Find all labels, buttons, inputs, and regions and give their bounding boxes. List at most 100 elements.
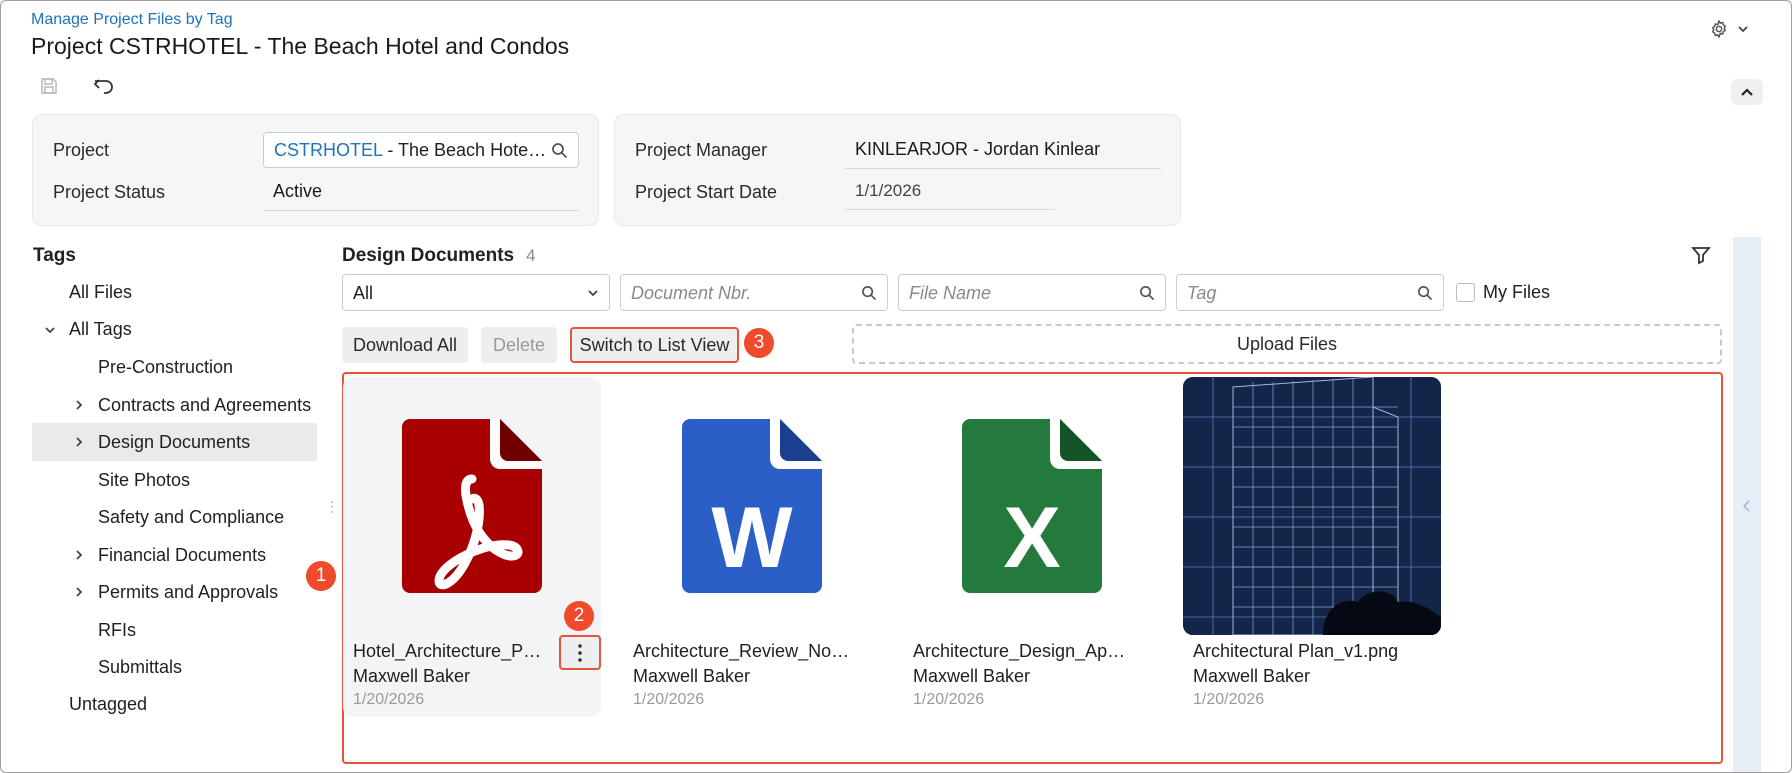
svg-text:X: X	[1003, 490, 1060, 586]
chevron-up-icon	[1741, 88, 1753, 96]
collapse-summary-button[interactable]	[1731, 79, 1763, 105]
undo-icon	[93, 79, 113, 94]
tag-item-label: Financial Documents	[98, 544, 267, 565]
tag-input[interactable]: Tag	[1176, 274, 1444, 311]
tag-item-label: Design Documents	[98, 432, 251, 452]
file-date: 1/20/2026	[633, 691, 705, 708]
section-title: Design Documents	[342, 245, 515, 266]
file-date: 1/20/2026	[913, 691, 985, 708]
file-tile[interactable]: Hotel_Architecture_Plan.pdf Maxwell Bake…	[343, 377, 601, 717]
search-icon[interactable]	[1139, 285, 1155, 301]
file-owner: Maxwell Baker	[913, 666, 1031, 686]
tag-item-label: Permits and Approvals	[98, 582, 279, 602]
tag-item[interactable]: Site Photos	[32, 461, 317, 499]
switch-to-list-view-button[interactable]: Switch to List View	[570, 327, 739, 363]
project-start-date-label: Project Start Date	[635, 182, 778, 202]
filter-icon	[1691, 247, 1711, 265]
chevron-right-icon[interactable]	[74, 436, 84, 448]
tag-item[interactable]: Design Documents	[32, 423, 317, 461]
pdf-file-icon	[367, 419, 577, 599]
sidebar-splitter[interactable]	[330, 499, 334, 515]
tag-all-tags[interactable]: All Tags	[32, 310, 317, 348]
chevron-down-icon	[1738, 26, 1748, 33]
project-label: Project	[53, 140, 110, 160]
tag-placeholder: Tag	[1187, 283, 1217, 303]
tag-item[interactable]: Contracts and Agreements	[32, 386, 317, 424]
file-owner: Maxwell Baker	[633, 666, 751, 686]
file-name: Architectural Plan_v1.png	[1193, 641, 1399, 661]
tag-item-label: Site Photos	[98, 469, 191, 490]
my-files-label: My Files	[1483, 282, 1550, 302]
chevron-right-icon[interactable]	[74, 586, 84, 598]
tag-item-label: RFIs	[98, 619, 136, 640]
tag-item[interactable]: Pre-Construction	[32, 348, 317, 386]
project-status-label: Project Status	[53, 182, 166, 202]
download-all-button[interactable]: Download All	[342, 327, 468, 363]
tag-item-label: Safety and Compliance	[98, 507, 285, 527]
undo-button[interactable]	[93, 76, 117, 100]
tag-item-label: Submittals	[98, 657, 183, 677]
tag-item[interactable]: Permits and Approvals	[32, 573, 317, 611]
tag-item[interactable]: Financial Documents	[32, 536, 317, 574]
breadcrumb[interactable]: Manage Project Files by Tag	[31, 11, 233, 29]
file-owner: Maxwell Baker	[353, 666, 471, 686]
delete-button[interactable]: Delete	[481, 327, 557, 363]
project-name: - The Beach Hotel and Condos	[387, 140, 578, 160]
tag-item[interactable]: Safety and Compliance	[32, 498, 317, 536]
image-thumbnail	[1183, 377, 1441, 635]
project-start-date-value: 1/1/2026	[845, 173, 1055, 210]
project-status-value: Active	[263, 173, 579, 211]
project-selector[interactable]: CSTRHOTEL - The Beach Hotel and Condos	[263, 132, 579, 168]
document-nbr-input[interactable]: Document Nbr.	[620, 274, 888, 311]
chevron-right-icon[interactable]	[74, 399, 84, 411]
right-panel-toggle[interactable]	[1733, 237, 1761, 772]
file-tile[interactable]: X Architecture_Design_Approval.xlsx Maxw…	[903, 377, 1161, 717]
file-date: 1/20/2026	[353, 691, 425, 708]
type-select-value: All	[353, 283, 374, 303]
file-date: 1/20/2026	[1193, 691, 1265, 708]
tag-item[interactable]: Submittals	[32, 648, 317, 686]
tag-untagged[interactable]: Untagged	[69, 685, 147, 723]
tag-all-tags-label: All Tags	[69, 319, 132, 339]
app-window: Manage Project Files by Tag Project CSTR…	[0, 0, 1792, 773]
chevron-down-icon	[588, 290, 598, 297]
page-title: Project CSTRHOTEL - The Beach Hotel and …	[31, 33, 570, 59]
file-owner: Maxwell Baker	[1193, 666, 1311, 686]
save-icon	[41, 78, 57, 94]
project-manager-value: KINLEARJOR - Jordan Kinlear	[845, 131, 1161, 169]
excel-file-icon: X	[927, 419, 1137, 599]
file-count: 4	[526, 246, 536, 265]
callout-badge-3: 3	[744, 328, 774, 358]
more-vertical-icon	[578, 643, 582, 662]
tag-all-files[interactable]: All Files	[69, 273, 132, 311]
upload-files-button[interactable]: Upload Files	[852, 324, 1722, 364]
my-files-checkbox[interactable]	[1456, 283, 1475, 302]
file-tile[interactable]: W Architecture_Review_Notes.docx Maxwell…	[623, 377, 881, 717]
project-manager-label: Project Manager	[635, 140, 768, 160]
search-icon[interactable]	[1417, 285, 1433, 301]
tag-item[interactable]: RFIs	[32, 611, 317, 649]
type-select[interactable]: All	[342, 274, 610, 311]
word-file-icon: W	[647, 419, 857, 599]
project-code-link[interactable]: CSTRHOTEL	[274, 140, 382, 160]
filter-button[interactable]	[1691, 245, 1711, 270]
settings-menu[interactable]	[1709, 17, 1757, 41]
save-button[interactable]	[39, 76, 63, 100]
document-nbr-placeholder: Document Nbr.	[631, 283, 752, 303]
callout-badge-2: 2	[564, 601, 594, 631]
chevron-right-icon[interactable]	[74, 549, 84, 561]
file-actions-button[interactable]	[559, 635, 601, 670]
file-name: Architecture_Design_Approval.xlsx	[913, 641, 1133, 661]
file-name-placeholder: File Name	[909, 283, 992, 303]
file-tile[interactable]: Architectural Plan_v1.png Maxwell Baker …	[1183, 377, 1441, 717]
search-icon[interactable]	[551, 142, 568, 159]
svg-text:W: W	[711, 490, 793, 586]
file-name-input[interactable]: File Name	[898, 274, 1166, 311]
search-icon[interactable]	[861, 285, 877, 301]
tag-item-label: Pre-Construction	[98, 357, 234, 377]
project-summary-card: Project CSTRHOTEL - The Beach Hotel and …	[32, 114, 599, 226]
tag-item-label: Contracts and Agreements	[98, 394, 312, 415]
file-name: Hotel_Architecture_Plan.pdf	[353, 641, 543, 661]
tags-title: Tags	[33, 245, 76, 266]
chevron-down-icon[interactable]	[44, 324, 56, 336]
